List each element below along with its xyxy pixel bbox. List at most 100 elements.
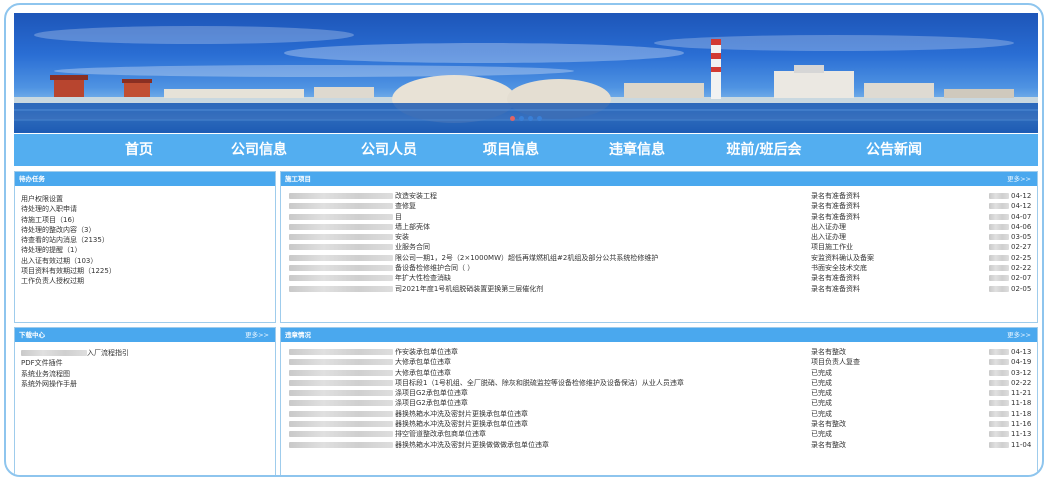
- violation-row[interactable]: 涤项目G2承包单位违章 已完成 11-18: [281, 398, 1037, 408]
- download-item[interactable]: PDF文件插件: [21, 358, 275, 368]
- todo-item[interactable]: 项目资料有效期过期（1225）: [21, 266, 275, 276]
- row-title[interactable]: 改造安装工程: [395, 191, 437, 201]
- nav-project-info[interactable]: 项目信息: [476, 134, 546, 166]
- row-date: 11-13: [1011, 430, 1032, 439]
- row-title[interactable]: 涤项目G2承包单位违章: [395, 388, 468, 398]
- row-title[interactable]: 墙上部壳体: [395, 222, 430, 232]
- row-status: 录名有准备资料: [811, 274, 860, 283]
- download-more-link[interactable]: 更多>>: [245, 328, 269, 342]
- redacted-text: [989, 275, 1009, 282]
- row-title[interactable]: 业服务合同: [395, 242, 430, 252]
- main-nav: 首页 公司信息 公司人员 项目信息 违章信息 班前/班后会 公告新闻: [14, 134, 1038, 166]
- row-title[interactable]: 涤项目G2承包单位违章: [395, 398, 468, 408]
- row-date: 02-07: [1011, 274, 1032, 283]
- row-title[interactable]: 大修承包单位违章: [395, 357, 451, 367]
- violation-row[interactable]: 器换热箱水冲洗及密封片更换承包单位违章 已完成 11-18: [281, 409, 1037, 419]
- violation-row[interactable]: 器换热箱水冲洗及密封片更换做做做承包单位违章 录名有整改 11-04: [281, 440, 1037, 450]
- row-title[interactable]: 目: [395, 212, 402, 222]
- banner-carousel[interactable]: [14, 13, 1038, 133]
- todo-item[interactable]: 用户权限设置: [21, 194, 275, 204]
- row-status: 已完成: [811, 368, 832, 377]
- project-row[interactable]: 年扩大性检查消缺 录名有准备资料 02-07: [281, 273, 1037, 283]
- row-status: 项目施工作业: [811, 243, 853, 252]
- carousel-dot-2[interactable]: [519, 116, 524, 121]
- row-status: 出入证办理: [811, 222, 846, 231]
- redacted-text: [289, 431, 393, 438]
- projects-panel: 施工项目 更多>> 改造安装工程 录名有准备资料 04-12 查修复 录名有准备资料 04…: [280, 171, 1038, 323]
- todo-item[interactable]: 工作负责人授权过期: [21, 276, 275, 286]
- row-title[interactable]: 安装: [395, 232, 409, 242]
- redacted-text: [289, 349, 393, 355]
- violation-row[interactable]: 器换热箱水冲洗及密封片更换承包单位违章 录名有整改 11-16: [281, 419, 1037, 429]
- project-row[interactable]: 业服务合同 项目施工作业 02-27: [281, 242, 1037, 252]
- project-row[interactable]: 墙上部壳体 出入证办理 04-06: [281, 222, 1037, 232]
- violations-more-link[interactable]: 更多>>: [1007, 328, 1031, 342]
- carousel-dot-3[interactable]: [528, 116, 533, 121]
- row-title[interactable]: 器换热箱水冲洗及密封片更换承包单位违章: [395, 419, 528, 429]
- violations-panel-title: 违章情况: [285, 331, 311, 339]
- todo-item[interactable]: 待查看的站内消息（2135）: [21, 235, 275, 245]
- project-row[interactable]: 司2021年度1号机组脱硝装置更换第三层催化剂 录名有准备资料 02-05: [281, 284, 1037, 294]
- violation-row[interactable]: 大修承包单位违章 项目负责人复查 04-19: [281, 357, 1037, 367]
- todo-item[interactable]: 出入证有效过期（103）: [21, 256, 275, 266]
- row-title[interactable]: 排空管道整改承包商单位违章: [395, 429, 486, 439]
- redacted-text: [289, 390, 393, 397]
- nav-company-staff[interactable]: 公司人员: [354, 134, 424, 166]
- download-item[interactable]: 系统外网操作手册: [21, 379, 275, 389]
- download-panel-title: 下载中心: [19, 331, 45, 339]
- nav-company-info[interactable]: 公司信息: [224, 134, 294, 166]
- violation-row[interactable]: 涤项目G2承包单位违章 已完成 11-21: [281, 388, 1037, 398]
- violation-row[interactable]: 项目标段1（1号机组、全厂脱硝、除灰和脱硫监控等设备检修维护及设备保洁）从业人员…: [281, 378, 1037, 388]
- banner-image: [14, 26, 1038, 133]
- nav-violation-info[interactable]: 违章信息: [602, 134, 672, 166]
- redacted-text: [289, 223, 393, 230]
- row-status: 录名有整改: [811, 440, 846, 449]
- row-date: 02-22: [1011, 264, 1032, 273]
- row-status: 已完成: [811, 378, 832, 387]
- nav-announcements[interactable]: 公告新闻: [854, 134, 934, 166]
- redacted-text: [289, 410, 393, 417]
- project-row[interactable]: 安装 出入证办理 03-05: [281, 232, 1037, 242]
- project-row[interactable]: 改造安装工程 录名有准备资料 04-12: [281, 191, 1037, 201]
- row-title[interactable]: 器换热箱水冲洗及密封片更换做做做承包单位违章: [395, 440, 549, 450]
- row-status: 安监资料确认及备案: [811, 253, 874, 262]
- nav-shift-meeting[interactable]: 班前/班后会: [714, 134, 814, 166]
- row-status: 项目负责人复查: [811, 358, 860, 367]
- row-title[interactable]: 器换热箱水冲洗及密封片更换承包单位违章: [395, 409, 528, 419]
- redacted-text: [289, 359, 393, 366]
- row-title[interactable]: 司2021年度1号机组脱硝装置更换第三层催化剂: [395, 284, 543, 294]
- project-row[interactable]: 查修复 录名有准备资料 04-12: [281, 201, 1037, 211]
- violation-row[interactable]: 排空管道整改承包商单位违章 已完成 11-13: [281, 429, 1037, 439]
- violation-row[interactable]: 大修承包单位违章 已完成 03-12: [281, 368, 1037, 378]
- row-title[interactable]: 项目标段1（1号机组、全厂脱硝、除灰和脱硫监控等设备检修维护及设备保洁）从业人员…: [395, 378, 684, 388]
- todo-item[interactable]: 待处理的整改内容（3）: [21, 225, 275, 235]
- row-title[interactable]: 年扩大性检查消缺: [395, 273, 451, 283]
- carousel-dot-4[interactable]: [537, 116, 542, 121]
- redacted-text: [289, 193, 393, 199]
- row-status: 书面安全技术交底: [811, 264, 867, 273]
- todo-item[interactable]: 待施工项目（16）: [21, 215, 275, 225]
- row-status: 录名有整改: [811, 348, 846, 356]
- project-row[interactable]: 目 录名有准备资料 04-07: [281, 212, 1037, 222]
- row-title[interactable]: 备设备检修维护合同（ ）: [395, 263, 474, 273]
- nav-home[interactable]: 首页: [109, 134, 169, 166]
- row-title[interactable]: 作安装承包单位违章: [395, 347, 458, 357]
- violation-row[interactable]: 作安装承包单位违章 录名有整改 04-13: [281, 347, 1037, 357]
- violations-panel: 违章情况 更多>> 作安装承包单位违章 录名有整改 04-13 大修承包单位违章 项目负…: [280, 327, 1038, 475]
- page-frame: 首页 公司信息 公司人员 项目信息 违章信息 班前/班后会 公告新闻 待办任务 …: [4, 3, 1044, 477]
- todo-item[interactable]: 待处理的入职申请: [21, 204, 275, 214]
- projects-panel-header: 施工项目 更多>>: [281, 172, 1037, 186]
- violations-list: 作安装承包单位违章 录名有整改 04-13 大修承包单位违章 项目负责人复查 04-19 大…: [281, 342, 1037, 450]
- row-title[interactable]: 限公司一期1，2号（2×1000MW）超低再煤燃机组#2机组及部分公共系统检修维…: [395, 253, 658, 263]
- redacted-text: [989, 213, 1009, 220]
- todo-item[interactable]: 待处理的提醒（1）: [21, 245, 275, 255]
- carousel-dot-1[interactable]: [510, 116, 515, 121]
- project-row[interactable]: 备设备检修维护合同（ ） 书面安全技术交底 02-22: [281, 263, 1037, 273]
- projects-more-link[interactable]: 更多>>: [1007, 172, 1031, 186]
- download-item[interactable]: 系统业务流程图: [21, 369, 275, 379]
- row-date: 04-19: [1011, 358, 1032, 367]
- row-title[interactable]: 大修承包单位违章: [395, 368, 451, 378]
- row-title[interactable]: 查修复: [395, 201, 416, 211]
- project-row[interactable]: 限公司一期1，2号（2×1000MW）超低再煤燃机组#2机组及部分公共系统检修维…: [281, 253, 1037, 263]
- download-item[interactable]: 入厂流程指引: [21, 348, 275, 358]
